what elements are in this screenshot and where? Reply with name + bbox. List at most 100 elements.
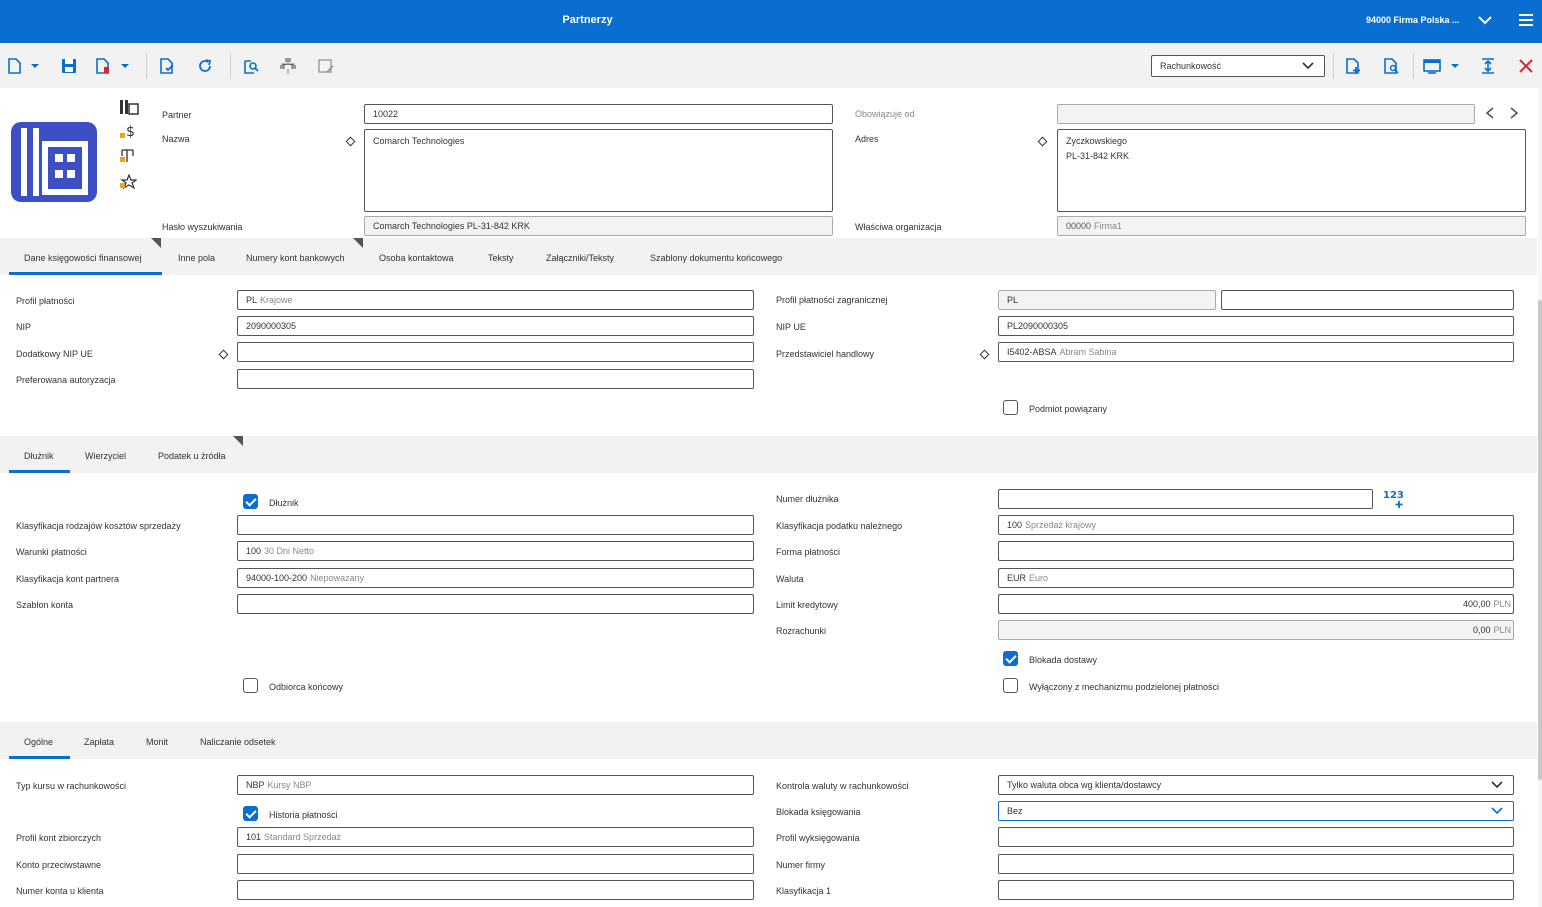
profil-wyks-field[interactable] <box>998 827 1514 847</box>
window-icon <box>1423 59 1441 74</box>
tab-dane-ksiegowosci[interactable]: Dane księgowości finansowej <box>24 253 142 263</box>
tab-dluznik[interactable]: Dłużnik <box>24 451 54 461</box>
expand-height-button[interactable] <box>1477 55 1499 77</box>
wylaczony-checkbox[interactable] <box>1003 678 1018 693</box>
tab-wierzyciel[interactable]: Wierzyciel <box>85 451 126 461</box>
klasyf-kosztow-label: Klasyfikacja rodzajów kosztów sprzedaży <box>16 521 181 531</box>
finance-dollar-icon[interactable]: $ <box>119 124 135 140</box>
przedstawiciel-field[interactable]: I5402-ABSA Abram Sabina <box>998 342 1514 362</box>
profil-kont-label: Profil kont zbiorczych <box>16 833 102 843</box>
tab-zalaczniki[interactable]: Załączniki/Teksty <box>546 253 614 263</box>
rating-star-icon[interactable] <box>119 174 137 190</box>
new-dropdown-button[interactable] <box>28 55 42 77</box>
refresh-button[interactable] <box>194 55 216 77</box>
obowiazuje-field <box>1057 104 1475 124</box>
profil-platnosci-code: PL <box>246 295 258 305</box>
delete-dropdown-button[interactable] <box>118 55 132 77</box>
new-document-button[interactable] <box>3 55 25 77</box>
adres-label: Adres <box>855 134 879 144</box>
number-generator-icon[interactable]: 123 <box>1383 489 1405 509</box>
tab-ogolne[interactable]: Ogólne <box>24 737 53 747</box>
dluznik-checkbox[interactable] <box>243 494 258 509</box>
required-diamond-icon <box>1037 136 1048 147</box>
szablon-konta-field[interactable] <box>237 594 754 614</box>
chevron-right-icon[interactable] <box>1508 106 1520 120</box>
blokada-dostawy-label: Blokada dostawy <box>1029 655 1098 665</box>
hierarchy-icon[interactable] <box>119 148 135 164</box>
svg-text:123: 123 <box>1383 490 1404 501</box>
haslo-field[interactable]: Comarch Technologies PL-31-842 KRK <box>364 216 833 236</box>
blokada-ksiegowania-label: Blokada księgowania <box>776 807 861 817</box>
close-button[interactable] <box>1515 55 1537 77</box>
required-diamond-icon <box>218 349 229 360</box>
view-select[interactable]: Rachunkowość <box>1151 55 1325 77</box>
limit-kredytowy-field[interactable]: 400,00 PLN <box>998 594 1514 614</box>
adres-field[interactable]: Zyczkowskiego PL-31-842 KRK <box>1057 129 1526 212</box>
klasyf-kont-field[interactable]: 94000-100-200 Niepowazany <box>237 568 754 588</box>
save-button[interactable] <box>58 55 80 77</box>
numer-firmy-field[interactable] <box>998 854 1514 874</box>
workflow-button[interactable] <box>277 55 299 77</box>
preferowana-field[interactable] <box>237 369 754 389</box>
tab-monit[interactable]: Monit <box>146 737 168 747</box>
klasyf-kosztow-field[interactable] <box>237 515 754 535</box>
tab-naliczanie-odsetek[interactable]: Naliczanie odsetek <box>200 737 276 747</box>
hamburger-menu-icon[interactable] <box>1518 12 1534 28</box>
kontrola-waluty-select[interactable]: Tylko waluta obca wg klienta/dostawcy <box>998 775 1514 795</box>
typ-kursu-field[interactable]: NBP Kursy NBP <box>237 775 754 795</box>
chevron-down-icon[interactable] <box>1477 12 1493 28</box>
numer-konta-field[interactable] <box>237 880 754 900</box>
profil-kont-field[interactable]: 101 Standard Sprzedaż <box>237 827 754 847</box>
klasyf-kont-label: Klasyfikacja kont partnera <box>16 574 120 584</box>
profil-platnosci-field[interactable]: PL Krajowe <box>237 290 754 310</box>
dluznik-label: Dłużnik <box>269 498 299 508</box>
partner-field[interactable]: 10022 <box>364 104 833 124</box>
find-document-button[interactable] <box>1380 55 1402 77</box>
company-selector[interactable]: 94000 Firma Polska ... <box>1366 15 1460 25</box>
building-icon[interactable] <box>119 99 139 115</box>
tab-corner-marker <box>353 238 363 248</box>
wlasciwa-field[interactable]: 00000 Firma1 <box>1057 216 1526 236</box>
chevron-down-icon <box>1491 807 1503 815</box>
tab-podatek-u-zrodla[interactable]: Podatek u źródła <box>158 451 226 461</box>
search-document-button[interactable] <box>240 55 262 77</box>
tab-teksty[interactable]: Teksty <box>488 253 514 263</box>
tab-szablony[interactable]: Szablony dokumentu końcowego <box>650 253 782 263</box>
tab-numery-kont[interactable]: Numery kont bankowych <box>246 253 345 263</box>
active-tab-underline <box>9 470 70 473</box>
blokada-dostawy-checkbox[interactable] <box>1003 651 1018 666</box>
nip-field[interactable]: 2090000305 <box>237 316 754 336</box>
nazwa-field[interactable]: Comarch Technologies <box>364 129 833 212</box>
adres-line2: PL-31-842 KRK <box>1066 151 1130 161</box>
historia-platnosci-checkbox[interactable] <box>243 806 258 821</box>
chevron-left-icon[interactable] <box>1484 106 1496 120</box>
tab-zaplata[interactable]: Zapłata <box>84 737 114 747</box>
scrollbar-thumb[interactable] <box>1538 300 1542 780</box>
odbiorca-koncowy-checkbox[interactable] <box>243 678 258 693</box>
tab-osoba-kontaktowa[interactable]: Osoba kontaktowa <box>379 253 454 263</box>
profil-kont-code: 101 <box>246 832 262 842</box>
warunki-platnosci-field[interactable]: 100 30 Dni Netto <box>237 541 754 561</box>
delete-document-button[interactable] <box>92 55 114 77</box>
numer-dluznika-field[interactable] <box>998 489 1373 509</box>
klasyf-podatku-field[interactable]: 100 Sprzedaż krajowy <box>998 515 1514 535</box>
nip-ue-field[interactable]: PL2090000305 <box>998 316 1514 336</box>
profil-zagr-field[interactable]: PL <box>998 290 1216 310</box>
edit-document-button[interactable] <box>315 55 337 77</box>
rozrachunki-value: 0,00 <box>1472 625 1491 635</box>
forma-platnosci-field[interactable] <box>998 541 1514 561</box>
add-document-button[interactable] <box>1342 55 1364 77</box>
preferowana-label: Preferowana autoryzacja <box>16 375 116 385</box>
profil-zagr-field-2[interactable] <box>1221 290 1514 310</box>
dodatkowy-nip-label: Dodatkowy NIP UE <box>16 349 93 359</box>
dodatkowy-nip-field[interactable] <box>237 342 754 362</box>
layout-button[interactable] <box>1421 55 1443 77</box>
layout-dropdown-button[interactable] <box>1448 55 1462 77</box>
check-document-button[interactable] <box>156 55 178 77</box>
waluta-field[interactable]: EUR Euro <box>998 568 1514 588</box>
klasyfikacja1-field[interactable] <box>998 880 1514 900</box>
tab-inne-pola[interactable]: Inne pola <box>178 253 215 263</box>
konto-przeciw-field[interactable] <box>237 854 754 874</box>
podmiot-powiazany-checkbox[interactable] <box>1003 400 1018 415</box>
blokada-ksiegowania-select[interactable]: Bez <box>998 801 1514 821</box>
